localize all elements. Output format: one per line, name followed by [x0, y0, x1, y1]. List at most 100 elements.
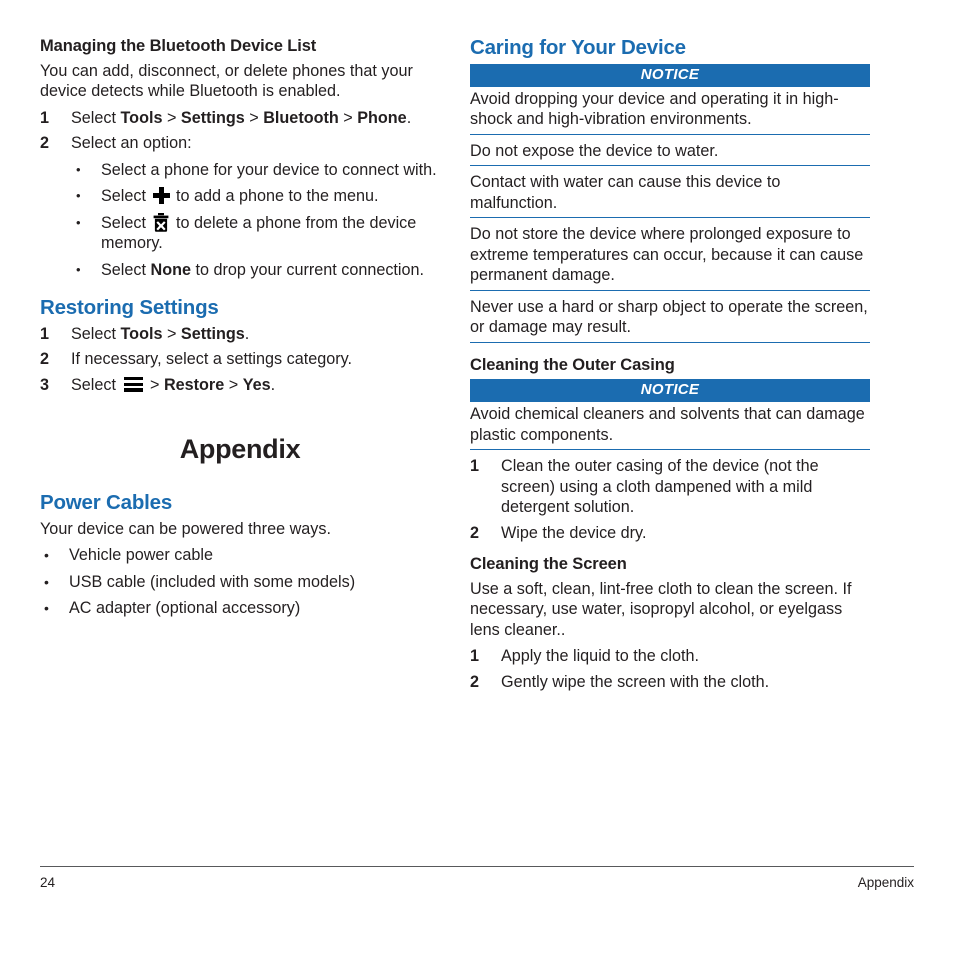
- separator: >: [338, 108, 358, 127]
- screen-steps-list: 1 Apply the liquid to the cloth. 2 Gently …: [470, 646, 870, 692]
- notice-banner: NOTICE: [470, 379, 870, 403]
- running-head: Appendix: [857, 875, 914, 890]
- notice-text: Avoid dropping your device and operating…: [470, 89, 839, 129]
- step-number: 1: [40, 108, 50, 127]
- divider: [470, 217, 870, 219]
- notice-banner: NOTICE: [470, 63, 870, 87]
- option-none: Select None to drop your current connect…: [71, 260, 440, 281]
- bullet-text: AC adapter (optional accessory): [69, 599, 301, 618]
- restoring-steps-list: 1 Select Tools > Settings. 2 If necessary,…: [40, 324, 440, 396]
- step-text-prefix: Select: [71, 375, 121, 394]
- option-text-suffix: to drop your current connection.: [190, 260, 425, 279]
- menu-tools: Tools: [120, 324, 163, 343]
- manual-page: Managing the Bluetooth Device List You c…: [0, 0, 954, 954]
- step-text: Gently wipe the screen with the cloth.: [501, 672, 770, 691]
- page-footer: 24 Appendix: [40, 866, 914, 890]
- divider: [470, 133, 870, 135]
- heading-restoring-settings: Restoring Settings: [40, 296, 219, 320]
- heading-cleaning-the-outer-casing: Cleaning the Outer Casing: [470, 355, 675, 374]
- option-text-prefix: Select: [101, 187, 151, 206]
- footer-row: 24 Appendix: [40, 867, 914, 890]
- menu-phone: Phone: [357, 108, 407, 127]
- option-add-phone: Select to add a phone to the menu.: [71, 186, 440, 207]
- step-text: Apply the liquid to the cloth.: [501, 647, 699, 666]
- separator: >: [224, 375, 243, 394]
- bullet-text: USB cable (included with some models): [69, 572, 356, 591]
- bullet-text: Vehicle power cable: [69, 546, 213, 565]
- separator: >: [162, 108, 181, 127]
- bluetooth-step-2: 2 Select an option: Select a phone for yo…: [40, 133, 440, 280]
- menu-tools: Tools: [120, 108, 163, 127]
- period: .: [270, 375, 276, 394]
- option-select-phone: Select a phone for your device to connec…: [71, 160, 440, 181]
- option-delete-phone: Select to delete a phone from the device…: [71, 212, 440, 254]
- restoring-step-3: 3 Select > Restore > Yes.: [40, 375, 440, 396]
- power-cables-intro: Your device can be powered three ways.: [40, 519, 331, 538]
- period: .: [244, 324, 250, 343]
- period: .: [406, 108, 412, 127]
- step-number: 1: [40, 324, 50, 343]
- bluetooth-steps-list: 1 Select Tools > Settings > Bluetooth > P…: [40, 108, 440, 281]
- notice-text: Never use a hard or sharp object to oper…: [470, 297, 868, 337]
- outer-casing-step-2: 2 Wipe the device dry.: [470, 523, 870, 544]
- menu-yes: Yes: [242, 375, 271, 394]
- list-item: USB cable (included with some models): [40, 572, 440, 593]
- heading-caring-for-your-device: Caring for Your Device: [470, 36, 686, 59]
- separator: >: [244, 108, 264, 127]
- left-column: Managing the Bluetooth Device List You c…: [40, 36, 440, 697]
- trash-delete-icon: [153, 212, 169, 232]
- step-number: 2: [40, 350, 50, 369]
- menu-none: None: [150, 260, 191, 279]
- divider: [470, 449, 870, 451]
- chapter-title: Appendix: [179, 434, 301, 465]
- step-number: 2: [40, 134, 50, 153]
- plus-icon: [152, 187, 170, 205]
- heading-cleaning-the-screen: Cleaning the Screen: [470, 555, 627, 574]
- screen-cleaning-intro: Use a soft, clean, lint-free cloth to cl…: [470, 579, 852, 639]
- step-text: Select an option:: [71, 134, 192, 153]
- divider: [470, 289, 870, 291]
- divider: [470, 341, 870, 343]
- list-item: AC adapter (optional accessory): [40, 598, 440, 619]
- step-text: Wipe the device dry.: [501, 523, 647, 542]
- screen-step-1: 1 Apply the liquid to the cloth.: [470, 646, 870, 667]
- menu-settings: Settings: [180, 108, 245, 127]
- separator: >: [145, 375, 164, 394]
- separator: >: [162, 324, 181, 343]
- step-number: 1: [470, 457, 480, 476]
- outer-casing-steps-list: 1 Clean the outer casing of the device (n…: [470, 456, 870, 543]
- menu-settings: Settings: [180, 324, 245, 343]
- step-text-prefix: Select: [71, 324, 121, 343]
- list-item: Vehicle power cable: [40, 545, 440, 566]
- screen-step-2: 2 Gently wipe the screen with the cloth.: [470, 672, 870, 693]
- option-text-prefix: Select: [101, 213, 151, 232]
- two-column-layout: Managing the Bluetooth Device List You c…: [40, 36, 914, 697]
- step-number: 1: [470, 647, 480, 666]
- notice-text: Do not expose the device to water.: [470, 141, 719, 160]
- bluetooth-intro-paragraph: You can add, disconnect, or delete phone…: [40, 61, 413, 101]
- notice-text: Contact with water can cause this device…: [470, 173, 781, 212]
- menu-bluetooth: Bluetooth: [263, 108, 339, 127]
- notice-text: Do not store the device where prolonged …: [470, 225, 864, 285]
- option-text-suffix: to add a phone to the menu.: [171, 187, 379, 206]
- divider: [470, 165, 870, 167]
- restoring-step-2: 2 If necessary, select a settings categor…: [40, 349, 440, 370]
- hamburger-menu-icon: [123, 376, 143, 392]
- menu-restore: Restore: [163, 375, 225, 394]
- notice-text: Avoid chemical cleaners and solvents tha…: [470, 405, 865, 444]
- heading-power-cables: Power Cables: [40, 491, 173, 515]
- step-number: 3: [40, 375, 50, 394]
- outer-casing-step-1: 1 Clean the outer casing of the device (n…: [470, 456, 870, 518]
- right-column: Caring for Your Device NOTICE Avoid drop…: [470, 36, 870, 697]
- restoring-step-1: 1 Select Tools > Settings.: [40, 324, 440, 345]
- option-text-prefix: Select: [101, 260, 151, 279]
- heading-managing-bluetooth-device-list: Managing the Bluetooth Device List: [40, 37, 317, 55]
- step-text-prefix: Select: [71, 108, 121, 127]
- step-text: If necessary, select a settings category…: [71, 350, 353, 369]
- power-cables-bullet-list: Vehicle power cable USB cable (included …: [40, 545, 440, 619]
- step-text: Clean the outer casing of the device (no…: [501, 457, 819, 517]
- page-number: 24: [40, 875, 56, 890]
- bluetooth-option-list: Select a phone for your device to connec…: [71, 160, 440, 281]
- bluetooth-step-1: 1 Select Tools > Settings > Bluetooth > P…: [40, 108, 440, 129]
